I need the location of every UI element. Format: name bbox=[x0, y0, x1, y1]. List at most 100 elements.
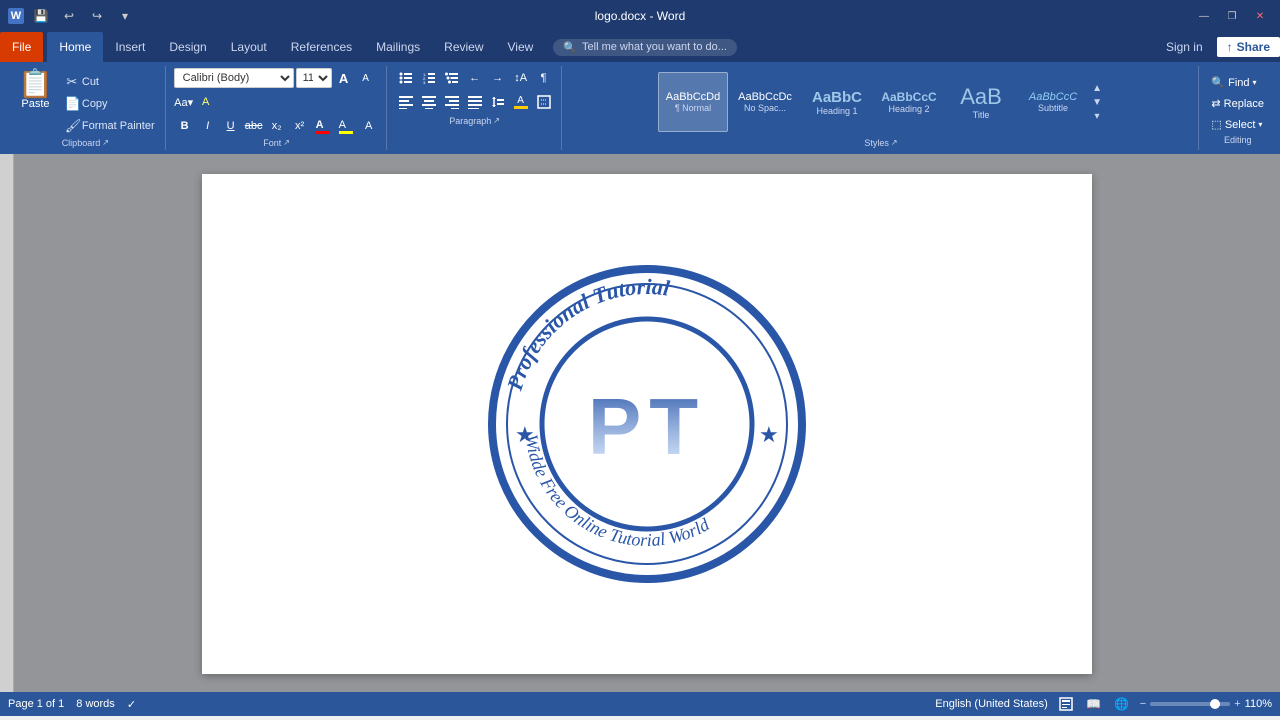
ribbon-tabs: File Home Insert Design Layout Reference… bbox=[0, 32, 1280, 62]
italic-button[interactable]: I bbox=[197, 116, 219, 136]
paste-button[interactable]: 📋 Paste bbox=[12, 68, 59, 112]
replace-label: Replace bbox=[1224, 98, 1264, 110]
tell-me-bar[interactable]: 🔍 Tell me what you want to do... bbox=[553, 39, 737, 56]
tab-file[interactable]: File bbox=[0, 32, 43, 62]
font-case-button[interactable]: Aa▾ bbox=[174, 92, 194, 112]
proofing-icon[interactable]: ✓ bbox=[127, 698, 136, 711]
font-color-button[interactable]: A bbox=[312, 116, 334, 136]
quick-access-toolbar: W 💾 ↩ ↪ ▾ bbox=[8, 5, 136, 27]
web-layout-button[interactable]: 🌐 bbox=[1112, 694, 1132, 714]
select-dropdown-icon: ▾ bbox=[1258, 120, 1262, 129]
read-mode-button[interactable]: 📖 bbox=[1084, 694, 1104, 714]
redo-button[interactable]: ↪ bbox=[86, 5, 108, 27]
strikethrough-button[interactable]: abc bbox=[243, 116, 265, 136]
zoom-in-icon[interactable]: + bbox=[1234, 698, 1240, 710]
tab-review[interactable]: Review bbox=[432, 32, 495, 62]
font-shrink-button[interactable]: A bbox=[356, 68, 376, 88]
style-title[interactable]: AaB Title bbox=[946, 72, 1016, 132]
line-spacing-button[interactable] bbox=[487, 92, 509, 112]
format-painter-button[interactable]: 🖌 Format Painter bbox=[61, 116, 159, 136]
font-expand-icon[interactable]: ↗ bbox=[283, 138, 290, 147]
align-center-button[interactable] bbox=[418, 92, 440, 112]
style-nospace-label: No Spac... bbox=[744, 103, 786, 113]
style-heading2[interactable]: AaBbCcC Heading 2 bbox=[874, 72, 944, 132]
text-effects-button[interactable]: A bbox=[358, 116, 380, 136]
clipboard-group: 📋 Paste ✂ Cut 📄 Copy 🖌 Format Painter bbox=[6, 66, 166, 150]
bold-button[interactable]: B bbox=[174, 116, 196, 136]
tab-design[interactable]: Design bbox=[157, 32, 218, 62]
find-dropdown-icon: ▾ bbox=[1253, 78, 1257, 87]
tab-mailings[interactable]: Mailings bbox=[364, 32, 432, 62]
clipboard-expand-icon[interactable]: ↗ bbox=[102, 138, 109, 147]
highlight-button[interactable]: A bbox=[335, 116, 357, 136]
zoom-track[interactable] bbox=[1150, 702, 1230, 706]
font-grow-button[interactable]: A bbox=[334, 68, 354, 88]
close-button[interactable]: ✕ bbox=[1248, 4, 1272, 28]
shading-button[interactable]: A bbox=[510, 92, 532, 112]
increase-indent-button[interactable]: → bbox=[487, 68, 509, 88]
multilevel-button[interactable] bbox=[441, 68, 463, 88]
sort-button[interactable]: ↕A bbox=[510, 68, 532, 88]
replace-icon: ⇄ bbox=[1211, 97, 1220, 110]
tab-view[interactable]: View bbox=[496, 32, 546, 62]
select-button[interactable]: ⬚ Select ▾ bbox=[1207, 116, 1268, 133]
svg-text:PT: PT bbox=[588, 382, 706, 471]
clear-formatting-button[interactable]: A bbox=[196, 92, 216, 112]
zoom-thumb[interactable] bbox=[1210, 699, 1220, 709]
page-indicator: Page 1 of 1 bbox=[8, 698, 64, 710]
style-h1-label: Heading 1 bbox=[816, 106, 857, 116]
style-no-spacing[interactable]: AaBbCcDc No Spac... bbox=[730, 72, 800, 132]
font-label-row: Font ↗ bbox=[174, 136, 380, 148]
styles-scroll-down[interactable]: ▼ bbox=[1090, 95, 1104, 109]
status-bar: Page 1 of 1 8 words ✓ English (United St… bbox=[0, 692, 1280, 716]
replace-button[interactable]: ⇄ Replace bbox=[1207, 95, 1268, 112]
styles-expand[interactable]: ▾ bbox=[1090, 109, 1104, 123]
font-format-row: B I U abc x₂ x² A A A bbox=[174, 116, 380, 136]
zoom-control[interactable]: − + 110% bbox=[1140, 698, 1272, 710]
customize-qat-button[interactable]: ▾ bbox=[114, 5, 136, 27]
zoom-out-icon[interactable]: − bbox=[1140, 698, 1146, 710]
style-title-label: Title bbox=[973, 110, 990, 120]
svg-text:3.: 3. bbox=[423, 80, 426, 85]
paragraph-expand-icon[interactable]: ↗ bbox=[493, 116, 500, 125]
subscript-button[interactable]: x₂ bbox=[266, 116, 288, 136]
cut-button[interactable]: ✂ Cut bbox=[61, 72, 159, 92]
border-button[interactable] bbox=[533, 92, 555, 112]
style-normal[interactable]: AaBbCcDd ¶ Normal bbox=[658, 72, 728, 132]
styles-scroll-up[interactable]: ▲ bbox=[1090, 81, 1104, 95]
decrease-indent-button[interactable]: ← bbox=[464, 68, 486, 88]
justify-button[interactable] bbox=[464, 92, 486, 112]
find-button[interactable]: 🔍 Find ▾ bbox=[1207, 74, 1268, 91]
document-scroll[interactable]: Professional Tutorial ★ ★ Widde Free Onl… bbox=[14, 154, 1280, 692]
undo-button[interactable]: ↩ bbox=[58, 5, 80, 27]
align-right-button[interactable] bbox=[441, 92, 463, 112]
align-left-button[interactable] bbox=[395, 92, 417, 112]
title-bar: W 💾 ↩ ↪ ▾ logo.docx - Word — ❐ ✕ bbox=[0, 0, 1280, 32]
numbering-button[interactable]: 1.2.3. bbox=[418, 68, 440, 88]
superscript-button[interactable]: x² bbox=[289, 116, 311, 136]
minimize-button[interactable]: — bbox=[1192, 4, 1216, 28]
language-indicator[interactable]: English (United States) bbox=[935, 698, 1048, 710]
tab-home[interactable]: Home bbox=[47, 32, 103, 62]
underline-button[interactable]: U bbox=[220, 116, 242, 136]
tab-layout[interactable]: Layout bbox=[219, 32, 279, 62]
word-count: 8 words bbox=[76, 698, 115, 710]
print-layout-view-button[interactable] bbox=[1056, 694, 1076, 714]
svg-text:Professional Tutorial: Professional Tutorial bbox=[502, 274, 673, 394]
copy-button[interactable]: 📄 Copy bbox=[61, 94, 159, 114]
font-size-select[interactable]: 11 bbox=[296, 68, 332, 88]
styles-expand-icon[interactable]: ↗ bbox=[891, 138, 898, 147]
bullets-button[interactable] bbox=[395, 68, 417, 88]
document-area: Professional Tutorial ★ ★ Widde Free Onl… bbox=[0, 154, 1280, 692]
tab-references[interactable]: References bbox=[279, 32, 364, 62]
sign-in-button[interactable]: Sign in bbox=[1160, 38, 1209, 56]
restore-button[interactable]: ❐ bbox=[1220, 4, 1244, 28]
tab-insert[interactable]: Insert bbox=[103, 32, 157, 62]
copy-label: Copy bbox=[82, 98, 108, 110]
share-button[interactable]: ↑ Share bbox=[1217, 37, 1280, 57]
font-family-select[interactable]: Calibri (Body) bbox=[174, 68, 294, 88]
style-subtitle[interactable]: AaBbCcC Subtitle bbox=[1018, 72, 1088, 132]
save-button[interactable]: 💾 bbox=[30, 5, 52, 27]
show-hide-button[interactable]: ¶ bbox=[533, 68, 555, 88]
style-heading1[interactable]: AaBbC Heading 1 bbox=[802, 72, 872, 132]
